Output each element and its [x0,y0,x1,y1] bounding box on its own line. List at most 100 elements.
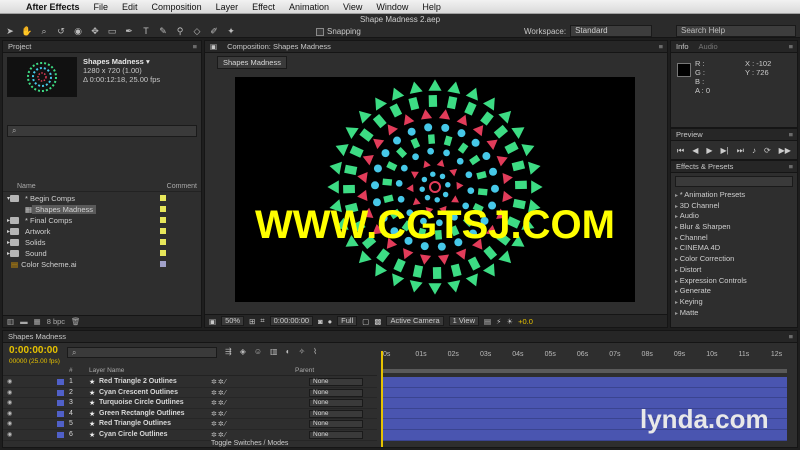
menu-window[interactable]: Window [376,2,408,12]
last-frame-icon[interactable]: ⏭ [737,146,744,156]
time-ruler[interactable]: 0s 01s 02s 03s 04s 05s 06s 07s 08s 09s 10s 11s 12s [379,351,797,367]
layer-row[interactable]: ◉ 1 ★ Red Triangle 2 Outlines ✲✲⁄ None [3,377,377,388]
toggle-pixel-aspect-icon[interactable]: ▤ [484,317,491,326]
composition-navigator-tab[interactable]: Shapes Madness [217,56,287,69]
project-item[interactable]: ▦ Shapes Madness [3,204,201,215]
exposure-value[interactable]: +0.0 [518,317,533,326]
panel-menu-icon[interactable]: ≡ [193,42,197,51]
layer-switches[interactable]: ✲✲⁄ [211,389,227,397]
project-item[interactable]: ▾ * Begin Comps [3,193,201,204]
label-color-swatch[interactable] [57,389,64,396]
label-color-swatch[interactable] [57,410,64,417]
grid-icon[interactable]: ⊞ [249,317,255,326]
new-comp-icon[interactable]: ▦ [34,317,41,326]
magnification-select[interactable]: 50% [221,316,245,326]
label-color-swatch[interactable] [160,261,166,267]
label-color-swatch[interactable] [160,239,166,245]
column-name[interactable]: Name [17,183,36,190]
panel-menu-icon[interactable]: ≡ [789,162,793,171]
parent-select[interactable]: None [309,420,363,429]
effects-category[interactable]: Matte [675,308,747,319]
fast-previews-icon[interactable]: ⚡ [496,317,501,326]
tab-project[interactable]: Project [3,42,36,51]
puppet-tool-icon[interactable]: ✦ [225,26,237,36]
brainstorm-icon[interactable]: ✧ [298,347,305,356]
workspace-select[interactable]: Standard [570,25,653,37]
label-color-swatch[interactable] [160,195,166,201]
first-frame-icon[interactable]: ⏮ [677,146,684,156]
timeline-search-input[interactable]: ⌕ [67,347,217,358]
snapping-checkbox[interactable] [316,27,324,36]
zoom-tool-icon[interactable]: ⌕ [38,26,50,36]
column-layer-name[interactable]: Layer Name [89,367,124,374]
frame-blending-icon[interactable]: ▥ [270,347,278,356]
layer-name[interactable]: Turquoise Circle Outlines [99,399,184,406]
layer-row[interactable]: ◉ 3 ★ Turquoise Circle Outlines ✲✲⁄ None [3,398,377,409]
menu-effect[interactable]: Effect [252,2,275,12]
layer-row[interactable]: ◉ 2 ★ Cyan Crescent Outlines ✲✲⁄ None [3,388,377,399]
lock-icon[interactable]: ▣ [205,42,222,51]
eraser-tool-icon[interactable]: ◇ [191,26,203,36]
layer-switches[interactable]: ✲✲⁄ [211,431,227,439]
motion-blur-icon[interactable]: ◐ [286,347,291,356]
layer-switches[interactable]: ✲✲⁄ [211,399,227,407]
work-area-bar[interactable] [383,369,787,373]
label-color-swatch[interactable] [57,431,64,438]
roi-icon[interactable]: ▢ [362,317,369,326]
visibility-eye-icon[interactable]: ◉ [7,378,12,385]
project-search-input[interactable]: ⌕ [7,125,197,137]
parent-select[interactable]: None [309,388,363,397]
visibility-eye-icon[interactable]: ◉ [7,399,12,406]
comp-name[interactable]: Shapes Madness ▾ [83,57,160,66]
type-tool-icon[interactable]: T [140,26,152,36]
composition-viewer[interactable]: WWW.CGTSJ.COM [235,77,635,302]
camera-view-select[interactable]: Active Camera [386,316,444,326]
effects-category[interactable]: Keying [675,297,747,308]
camera-tool-icon[interactable]: ◉ [72,26,84,36]
rotate-tool-icon[interactable]: ↺ [55,26,67,36]
tab-info[interactable]: Info [671,42,694,51]
panel-menu-icon[interactable]: ≡ [659,42,663,51]
tab-timeline-comp[interactable]: Shapes Madness [3,332,71,341]
roto-brush-tool-icon[interactable]: ✐ [208,26,220,36]
trash-icon[interactable]: 🗑 [71,317,81,326]
snapping-toggle[interactable]: Snapping [316,27,361,36]
layer-switches[interactable]: ✲✲⁄ [211,420,227,428]
label-color-swatch[interactable] [57,421,64,428]
effects-category[interactable]: Blur & Sharpen [675,222,747,233]
exposure-icon[interactable]: ☀ [506,317,513,326]
project-item[interactable]: ▸ Artwork [3,226,201,237]
tab-preview[interactable]: Preview [671,130,708,139]
app-name-menu[interactable]: After Effects [26,2,80,12]
effects-category[interactable]: Audio [675,211,747,222]
project-item[interactable]: ▸ * Final Comps [3,215,201,226]
pen-tool-icon[interactable]: ✒ [123,26,135,36]
effects-category[interactable]: * Animation Presets [675,190,747,201]
project-item[interactable]: ▸ Sound [3,248,201,259]
menu-layer[interactable]: Layer [216,2,239,12]
previous-frame-icon[interactable]: ◀ [692,146,698,156]
clone-tool-icon[interactable]: ⚲ [174,26,186,36]
label-color-swatch[interactable] [57,379,64,385]
menu-file[interactable]: File [94,2,109,12]
panel-menu-icon[interactable]: ≡ [789,130,793,139]
view-layout-select[interactable]: 1 View [448,316,480,326]
tab-composition[interactable]: Composition: Shapes Madness [222,42,336,51]
panel-menu-icon[interactable]: ≡ [789,332,793,341]
current-time-indicator-line[interactable] [381,351,383,447]
parent-select[interactable]: None [309,430,363,439]
current-time-display[interactable]: 0:00:00:00 [269,316,314,326]
bit-depth-button[interactable]: 8 bpc [47,317,65,326]
layer-name[interactable]: Red Triangle Outlines [99,420,171,427]
tab-audio[interactable]: Audio [694,42,723,51]
column-comment[interactable]: Comment [167,183,197,190]
layer-switches[interactable]: ✲✲⁄ [211,378,227,386]
snapshot-icon[interactable]: ◙ [318,317,323,326]
visibility-eye-icon[interactable]: ◉ [7,420,12,427]
brush-tool-icon[interactable]: ✎ [157,26,169,36]
layer-duration-bar[interactable] [383,377,787,388]
new-folder-icon[interactable]: ▬ [20,317,28,326]
interpret-footage-icon[interactable]: ▥ [7,317,14,326]
layer-name[interactable]: Cyan Circle Outlines [99,431,167,438]
label-color-swatch[interactable] [160,250,166,256]
